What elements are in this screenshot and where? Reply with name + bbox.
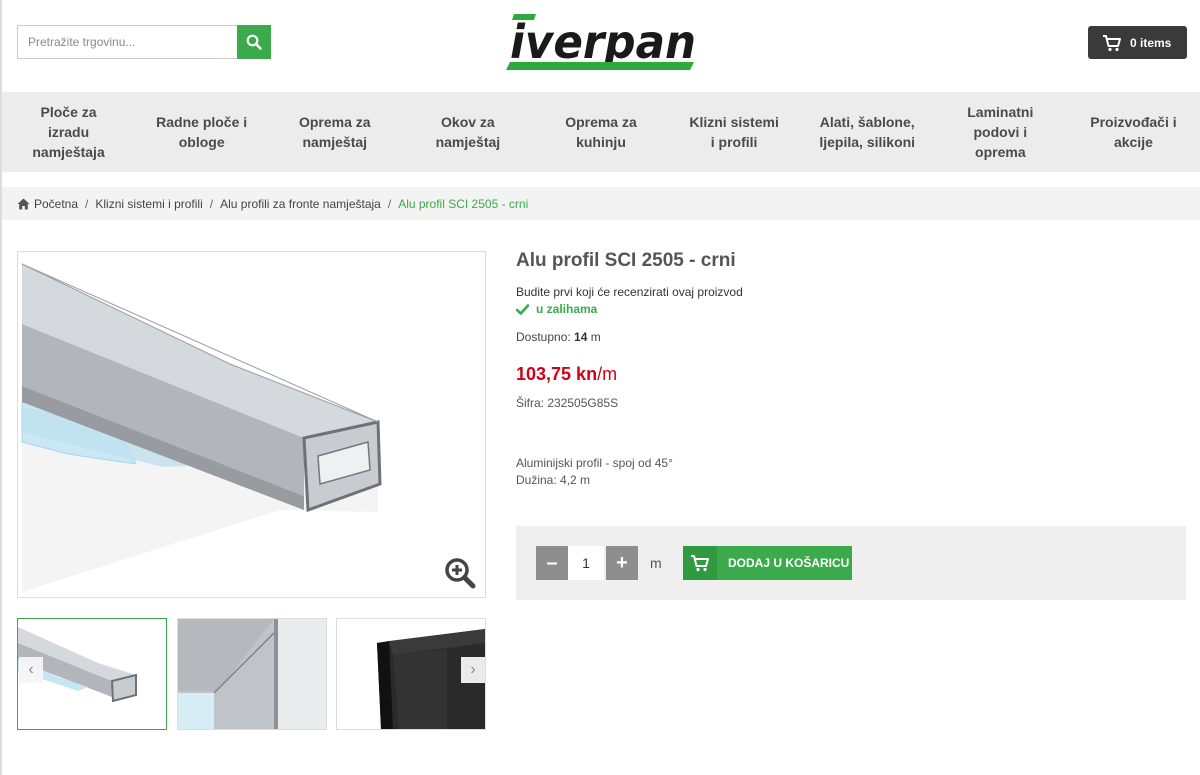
chevron-left-icon: ‹ [28,661,34,678]
product-price: 103,75 kn/m [516,364,617,385]
gallery-prev-button[interactable]: ‹ [19,657,43,683]
cart-label: 0 items [1130,35,1172,50]
nav-item-radne-ploce[interactable]: Radne ploče i obloge [135,92,268,172]
quantity-input[interactable] [568,546,604,580]
main-nav: Ploče za izradu namještaja Radne ploče i… [2,92,1200,172]
thumbnail-2[interactable] [177,618,327,730]
breadcrumb-home[interactable]: Početna [17,197,78,211]
availability-qty: 14 [574,330,588,344]
zoom-button[interactable] [443,556,477,590]
quantity-decrease-button[interactable]: – [536,546,568,580]
cart-icon [683,546,717,580]
availability-label: Dostupno: [516,330,571,344]
breadcrumb-item-alu-profili[interactable]: Alu profili za fronte namještaja [220,197,381,211]
product-title: Alu profil SCI 2505 - crni [516,250,736,271]
sku-label: Šifra: [516,396,545,410]
search-icon [246,34,262,50]
nav-item-proizvodaci[interactable]: Proizvođači i akcije [1067,92,1200,172]
search-input[interactable] [17,25,237,59]
breadcrumb-item-klizni[interactable]: Klizni sistemi i profili [95,197,202,211]
price-unit: /m [597,364,618,384]
nav-item-klizni-sistemi[interactable]: Klizni sistemi i profili [668,92,801,172]
stock-label: u zalihama [536,302,598,316]
svg-text:iverpan: iverpan [510,15,696,69]
breadcrumb-current: Alu profil SCI 2505 - crni [398,196,529,211]
chevron-right-icon: › [470,661,476,678]
nav-item-ploce[interactable]: Ploče za izradu namještaja [2,92,135,172]
search-bar [17,25,271,59]
nav-item-okov[interactable]: Okov za namještaj [401,92,534,172]
price-value: 103,75 kn [516,364,598,384]
description-line: Dužina: 4,2 m [516,473,591,487]
quantity-increase-button[interactable]: + [606,546,638,580]
checkmark-icon [516,303,529,315]
sku-value: 232505G85S [547,396,619,410]
breadcrumb: Početna / Klizni sistemi i profili / Alu… [2,187,1200,220]
breadcrumb-separator: / [209,196,214,211]
add-to-cart-button[interactable]: DODAJ U KOŠARICU [683,546,852,580]
cart-button[interactable]: 0 items [1088,26,1187,59]
search-button[interactable] [237,25,271,59]
cart-icon [1103,34,1121,51]
quantity-unit: m [650,555,662,571]
description-line: Aluminijski profil - spoj od 45° [516,456,673,470]
product-main-image[interactable] [17,251,486,598]
add-to-cart-panel: – + m DODAJ U KOŠARICU [516,526,1186,600]
home-icon [17,198,30,209]
add-to-cart-label: DODAJ U KOŠARICU [728,556,850,570]
product-description: Aluminijski profil - spoj od 45° Dužina:… [516,455,673,489]
nav-item-oprema-kuhinja[interactable]: Oprema za kuhinju [534,92,667,172]
product-sku: Šifra: 232505G85S [516,396,618,410]
review-link[interactable]: Budite prvi koji će recenzirati ovaj pro… [516,285,743,299]
availability: Dostupno: 14 m [516,330,601,344]
breadcrumb-home-label: Početna [34,196,79,211]
availability-unit: m [590,330,601,344]
breadcrumb-separator: / [85,196,89,211]
stock-status: u zalihama [516,302,597,316]
nav-item-oprema-namjestaj[interactable]: Oprema za namještaj [268,92,401,172]
nav-item-alati[interactable]: Alati, šablone, ljepila, silikoni [801,92,934,172]
gallery-next-button[interactable]: › [461,657,485,683]
nav-item-laminatni-podovi[interactable]: Laminatni podovi i oprema [934,92,1067,172]
brand-logo[interactable]: iverpan [504,10,700,74]
zoom-in-icon [445,558,476,589]
breadcrumb-separator: / [387,196,392,211]
